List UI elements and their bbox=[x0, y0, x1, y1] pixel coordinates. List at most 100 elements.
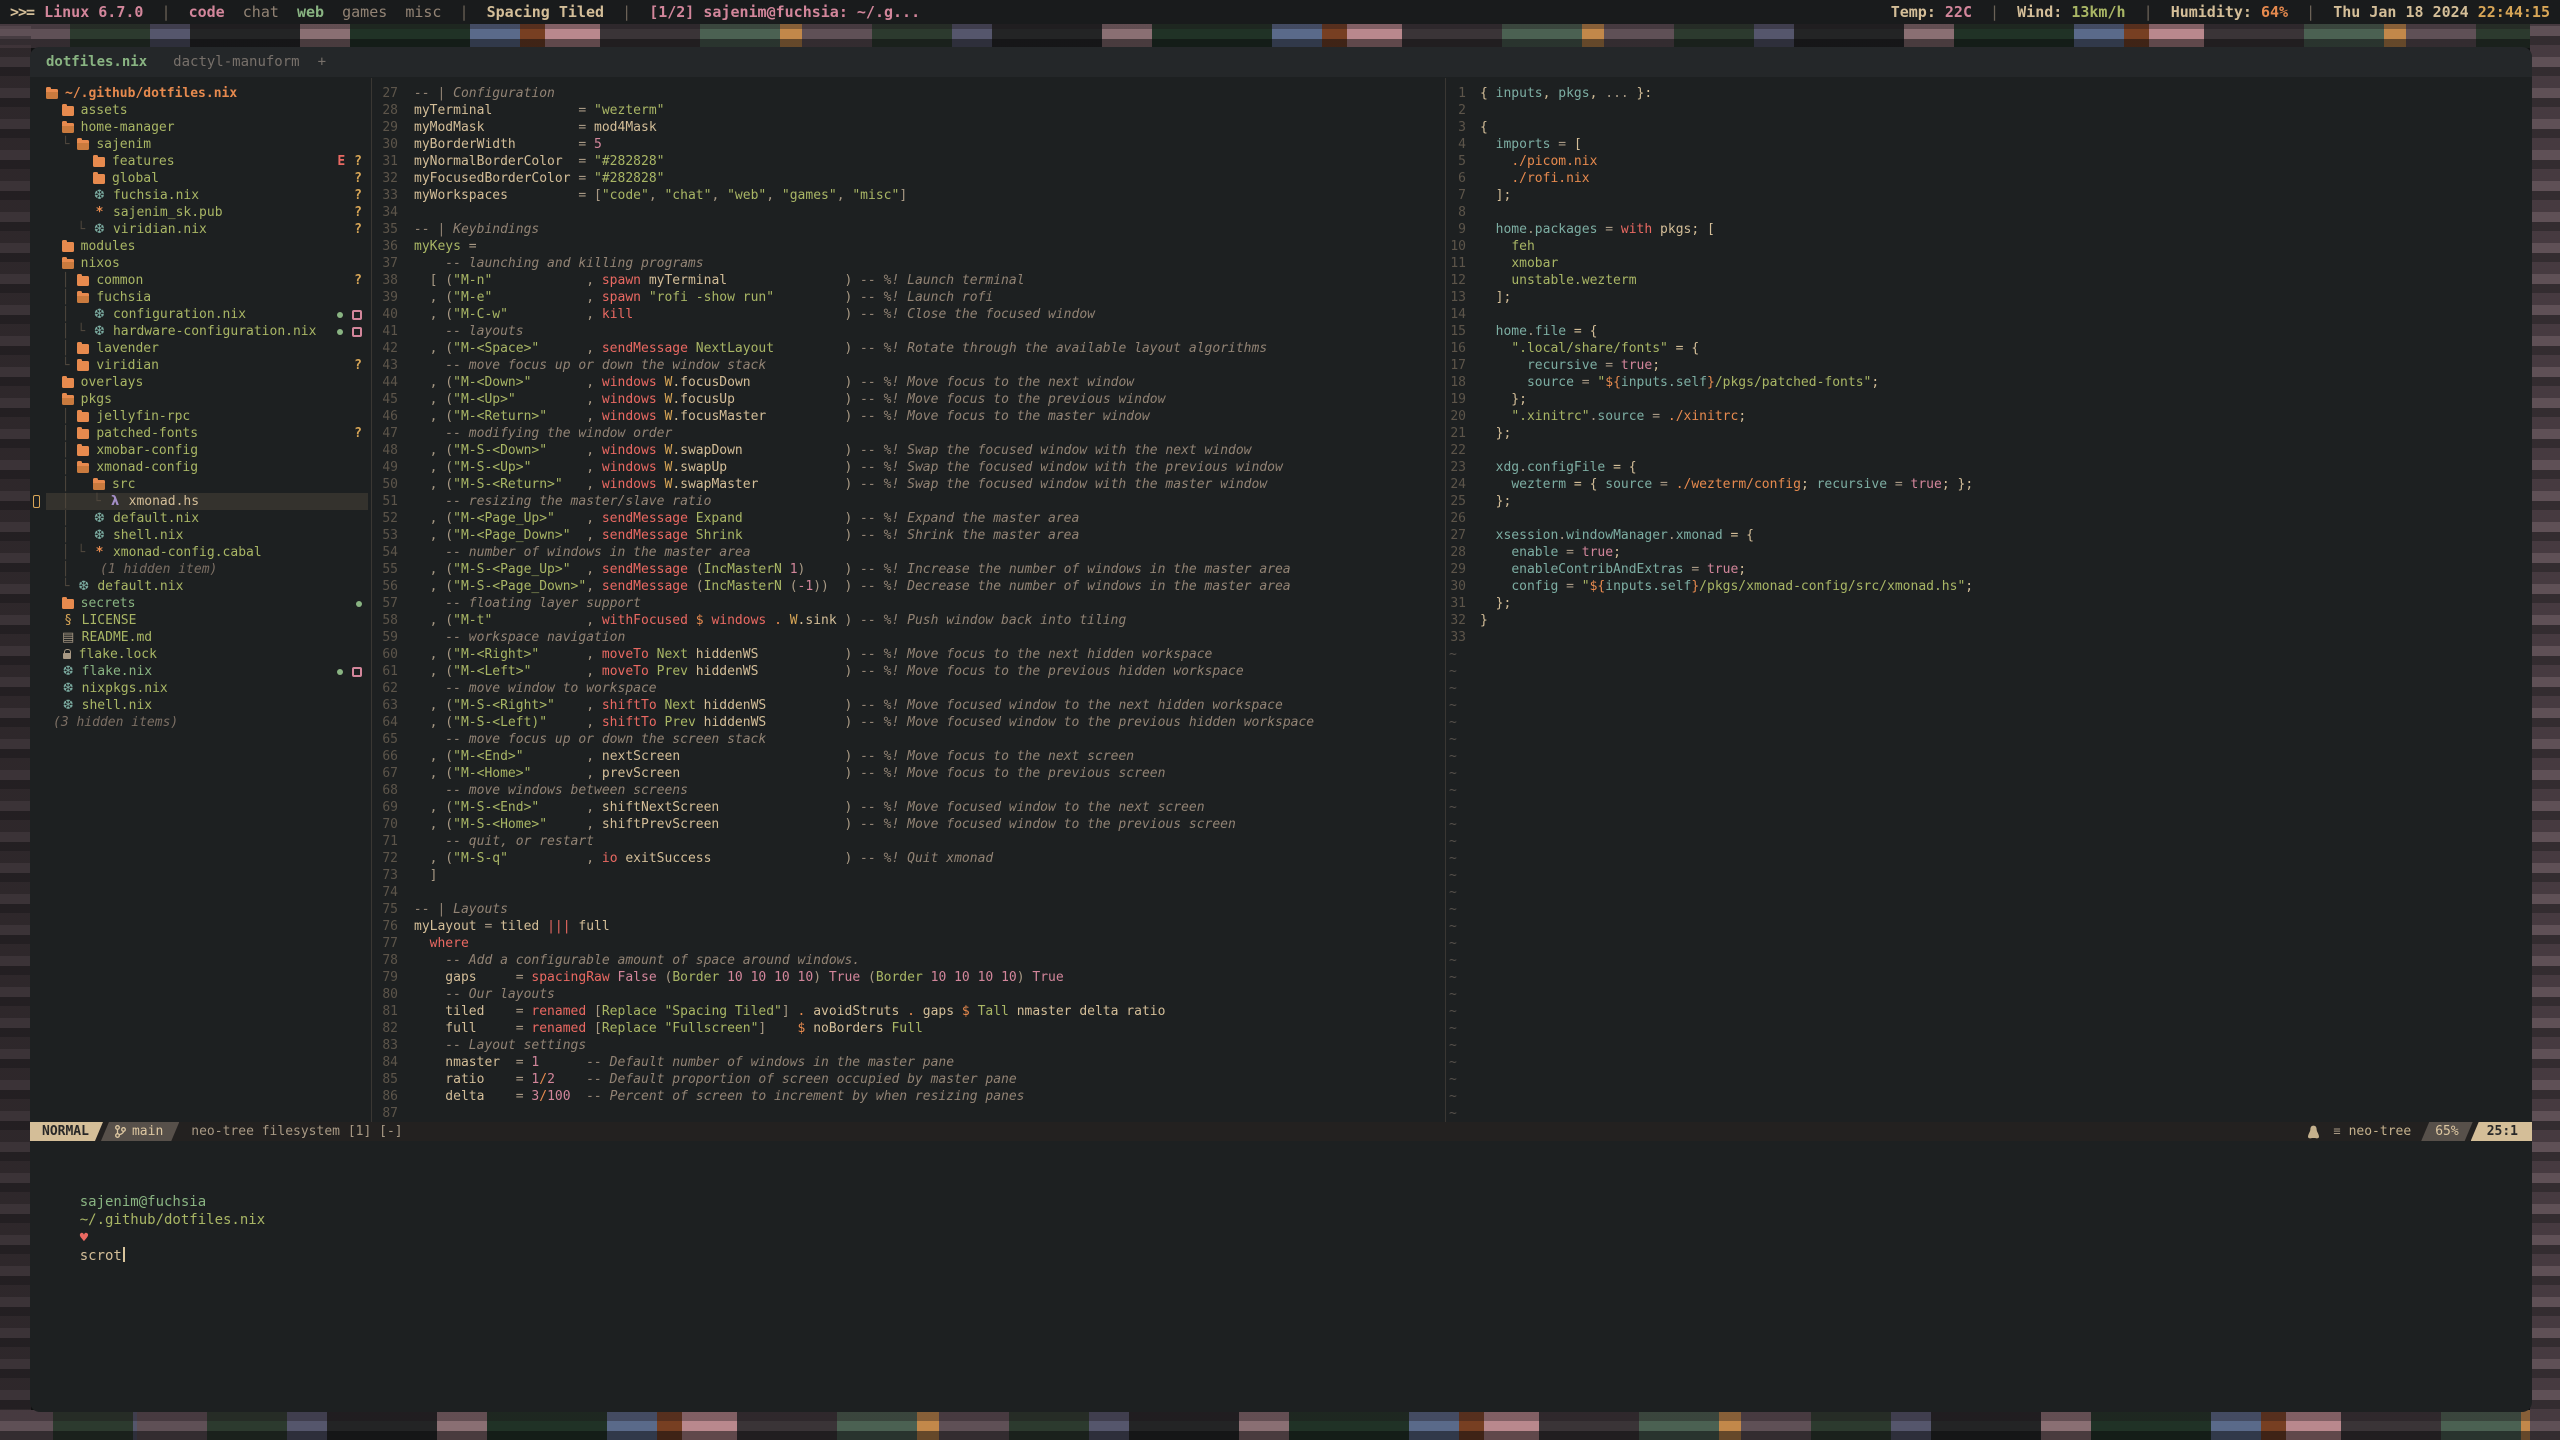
code-line[interactable]: 54 -- number of windows in the master ar… bbox=[375, 544, 1314, 561]
shell-prompt[interactable]: sajenim@fuchsia ~/.github/dotfiles.nix ♥… bbox=[46, 1175, 274, 1283]
tree-item-pkgs[interactable]: pkgs bbox=[46, 391, 368, 408]
editor-pane-flake-nix[interactable]: 1{ inputs, pkgs, ... }:23{4 imports = [5… bbox=[1449, 85, 1973, 1122]
tree-item-xmobar-config[interactable]: │ xmobar-config bbox=[46, 442, 368, 459]
code-line[interactable]: 27 xsession.windowManager.xmonad = { bbox=[1449, 527, 1973, 544]
code-line[interactable]: 81 tiled = renamed [Replace "Spacing Til… bbox=[375, 1003, 1314, 1020]
tree-item-viridian[interactable]: └ viridian? bbox=[46, 357, 368, 374]
code-line[interactable]: 4 imports = [ bbox=[1449, 136, 1973, 153]
code-line[interactable]: 18 source = "${inputs.self}/pkgs/patched… bbox=[1449, 374, 1973, 391]
code-line[interactable]: 70 , ("M-S-<Home>" , shiftPrevScreen ) -… bbox=[375, 816, 1314, 833]
code-line[interactable]: 85 ratio = 1/2 -- Default proportion of … bbox=[375, 1071, 1314, 1088]
tree-item-overlays[interactable]: overlays bbox=[46, 374, 368, 391]
code-line[interactable]: 32myFocusedBorderColor = "#282828" bbox=[375, 170, 1314, 187]
tree-item-fuchsia[interactable]: │ fuchsia bbox=[46, 289, 368, 306]
code-line[interactable]: 37 -- launching and killing programs bbox=[375, 255, 1314, 272]
tree-item-shell.nix[interactable]: ❆shell.nix bbox=[46, 697, 368, 714]
new-tab-button[interactable]: + bbox=[318, 54, 326, 70]
code-line[interactable]: 1{ inputs, pkgs, ... }: bbox=[1449, 85, 1973, 102]
tree-item--3-hidden-items-[interactable]: (3 hidden items) bbox=[46, 714, 368, 731]
tab-inactive[interactable]: dactyl-manuform bbox=[173, 54, 299, 70]
tree-item-flake.nix[interactable]: ❆flake.nix bbox=[46, 663, 368, 680]
code-line[interactable]: 29 enableContribAndExtras = true; bbox=[1449, 561, 1973, 578]
tree-item-xmonad.hs[interactable]: │ └ λxmonad.hs bbox=[46, 493, 368, 510]
pane-separator-left[interactable] bbox=[371, 78, 372, 1122]
tree-item-patched-fonts[interactable]: │ patched-fonts? bbox=[46, 425, 368, 442]
code-line[interactable]: 21 }; bbox=[1449, 425, 1973, 442]
code-line[interactable]: 61 , ("M-<Left>" , moveTo Prev hiddenWS … bbox=[375, 663, 1314, 680]
code-line[interactable]: 65 -- move focus up or down the screen s… bbox=[375, 731, 1314, 748]
tree-item-configuration.nix[interactable]: │ ❆configuration.nix bbox=[46, 306, 368, 323]
code-line[interactable]: 31myNormalBorderColor = "#282828" bbox=[375, 153, 1314, 170]
code-line[interactable]: 2 bbox=[1449, 102, 1973, 119]
code-line[interactable]: 38 [ ("M-n" , spawn myTerminal ) -- %! L… bbox=[375, 272, 1314, 289]
code-line[interactable]: 6 ./rofi.nix bbox=[1449, 170, 1973, 187]
code-line[interactable]: 82 full = renamed [Replace "Fullscreen"]… bbox=[375, 1020, 1314, 1037]
code-line[interactable]: 24 wezterm = { source = ./wezterm/config… bbox=[1449, 476, 1973, 493]
code-line[interactable]: 77 where bbox=[375, 935, 1314, 952]
tree-item-src[interactable]: │ src bbox=[46, 476, 368, 493]
tree-item-xmonad-config[interactable]: │ xmonad-config bbox=[46, 459, 368, 476]
tree-item-global[interactable]: global? bbox=[46, 170, 368, 187]
code-line[interactable]: 68 -- move windows between screens bbox=[375, 782, 1314, 799]
code-line[interactable]: 64 , ("M-S-<Left)" , shiftTo Prev hidden… bbox=[375, 714, 1314, 731]
neo-tree-sidebar[interactable]: ~/.github/dotfiles.nix assets home-manag… bbox=[46, 85, 368, 731]
code-line[interactable]: 78 -- Add a configurable amount of space… bbox=[375, 952, 1314, 969]
code-line[interactable]: 87 bbox=[375, 1105, 1314, 1122]
tree-item--1-hidden-item-[interactable]: │ (1 hidden item) bbox=[46, 561, 368, 578]
tree-item--.github-dotfiles.nix[interactable]: ~/.github/dotfiles.nix bbox=[46, 85, 368, 102]
code-line[interactable]: 3{ bbox=[1449, 119, 1973, 136]
tree-item-fuchsia.nix[interactable]: ❆fuchsia.nix? bbox=[46, 187, 368, 204]
code-line[interactable]: 79 gaps = spacingRaw False (Border 10 10… bbox=[375, 969, 1314, 986]
code-line[interactable]: 28myTerminal = "wezterm" bbox=[375, 102, 1314, 119]
tree-item-viridian.nix[interactable]: └ ❆viridian.nix? bbox=[46, 221, 368, 238]
code-line[interactable]: 56 , ("M-S-<Page_Down>", sendMessage (In… bbox=[375, 578, 1314, 595]
tree-item-readme.md[interactable]: ▤README.md bbox=[46, 629, 368, 646]
tree-item-license[interactable]: §LICENSE bbox=[46, 612, 368, 629]
code-line[interactable]: 47 -- modifying the window order bbox=[375, 425, 1314, 442]
tab-active[interactable]: dotfiles.nix bbox=[46, 54, 147, 70]
code-line[interactable]: 72 , ("M-S-q" , io exitSuccess ) -- %! Q… bbox=[375, 850, 1314, 867]
tree-item-default.nix[interactable]: │ ❆default.nix bbox=[46, 510, 368, 527]
code-line[interactable]: 52 , ("M-<Page_Up>" , sendMessage Expand… bbox=[375, 510, 1314, 527]
tree-item-modules[interactable]: modules bbox=[46, 238, 368, 255]
code-line[interactable]: 66 , ("M-<End>" , nextScreen ) -- %! Mov… bbox=[375, 748, 1314, 765]
tree-item-home-manager[interactable]: home-manager bbox=[46, 119, 368, 136]
code-line[interactable]: 23 xdg.configFile = { bbox=[1449, 459, 1973, 476]
tree-item-xmonad-config.cabal[interactable]: │ └ *xmonad-config.cabal bbox=[46, 544, 368, 561]
tree-item-shell.nix[interactable]: │ ❆shell.nix bbox=[46, 527, 368, 544]
tree-item-nixos[interactable]: nixos bbox=[46, 255, 368, 272]
code-line[interactable]: 67 , ("M-<Home>" , prevScreen ) -- %! Mo… bbox=[375, 765, 1314, 782]
code-line[interactable]: 40 , ("M-C-w" , kill ) -- %! Close the f… bbox=[375, 306, 1314, 323]
code-line[interactable]: 34 bbox=[375, 204, 1314, 221]
code-line[interactable]: 60 , ("M-<Right>" , moveTo Next hiddenWS… bbox=[375, 646, 1314, 663]
code-line[interactable]: 31 }; bbox=[1449, 595, 1973, 612]
code-line[interactable]: 86 delta = 3/100 -- Percent of screen to… bbox=[375, 1088, 1314, 1105]
code-line[interactable]: 14 bbox=[1449, 306, 1973, 323]
tree-item-nixpkgs.nix[interactable]: ❆nixpkgs.nix bbox=[46, 680, 368, 697]
tree-item-flake.lock[interactable]: flake.lock bbox=[46, 646, 368, 663]
code-line[interactable]: 42 , ("M-<Space>" , sendMessage NextLayo… bbox=[375, 340, 1314, 357]
code-line[interactable]: 8 bbox=[1449, 204, 1973, 221]
tree-item-common[interactable]: │ common? bbox=[46, 272, 368, 289]
code-line[interactable]: 45 , ("M-<Up>" , windows W.focusUp ) -- … bbox=[375, 391, 1314, 408]
code-line[interactable]: 43 -- move focus up or down the window s… bbox=[375, 357, 1314, 374]
code-line[interactable]: 9 home.packages = with pkgs; [ bbox=[1449, 221, 1973, 238]
code-line[interactable]: 44 , ("M-<Down>" , windows W.focusDown )… bbox=[375, 374, 1314, 391]
code-line[interactable]: 39 , ("M-e" , spawn "rofi -show run" ) -… bbox=[375, 289, 1314, 306]
tree-item-sajenim[interactable]: └ sajenim bbox=[46, 136, 368, 153]
code-line[interactable]: 15 home.file = { bbox=[1449, 323, 1973, 340]
code-line[interactable]: 32} bbox=[1449, 612, 1973, 629]
tree-item-default.nix[interactable]: └ ❆default.nix bbox=[46, 578, 368, 595]
code-line[interactable]: 50 , ("M-S-<Return>" , windows W.swapMas… bbox=[375, 476, 1314, 493]
xmobar-status-left[interactable]: Linux 6.7.0 | code chat web games misc |… bbox=[44, 3, 920, 21]
code-line[interactable]: 53 , ("M-<Page_Down>" , sendMessage Shri… bbox=[375, 527, 1314, 544]
code-line[interactable]: 74 bbox=[375, 884, 1314, 901]
code-line[interactable]: 83 -- Layout settings bbox=[375, 1037, 1314, 1054]
code-line[interactable]: 57 -- floating layer support bbox=[375, 595, 1314, 612]
code-line[interactable]: 84 nmaster = 1 -- Default number of wind… bbox=[375, 1054, 1314, 1071]
code-line[interactable]: 48 , ("M-S-<Down>" , windows W.swapDown … bbox=[375, 442, 1314, 459]
code-line[interactable]: 51 -- resizing the master/slave ratio bbox=[375, 493, 1314, 510]
code-line[interactable]: 71 -- quit, or restart bbox=[375, 833, 1314, 850]
tree-item-lavender[interactable]: │ lavender bbox=[46, 340, 368, 357]
pane-separator-right[interactable] bbox=[1445, 78, 1446, 1122]
